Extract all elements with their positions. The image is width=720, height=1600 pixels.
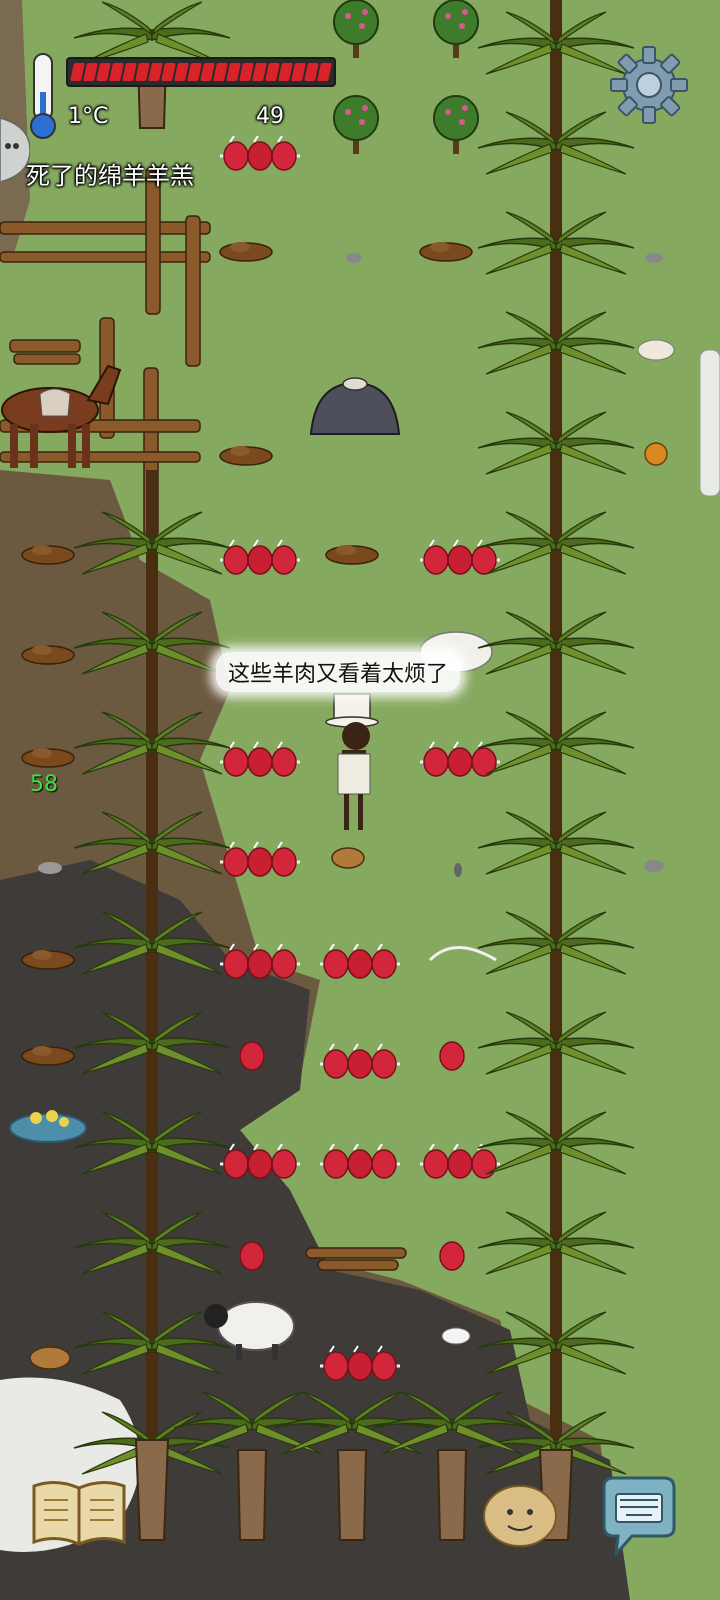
gear-icon: [610, 46, 688, 124]
food-meter: [66, 57, 336, 87]
emote-face-icon: [483, 1485, 557, 1547]
emote-button[interactable]: [482, 1482, 558, 1548]
book-icon: [32, 1481, 126, 1546]
speech-bubble: 这些羊肉又看着太烦了: [216, 652, 461, 692]
food-pip: [317, 63, 332, 81]
chat-keyboard-button[interactable]: [596, 1476, 678, 1559]
keyboard-icon: [602, 1476, 676, 1559]
settings-button[interactable]: [608, 44, 690, 126]
game-world[interactable]: [0, 0, 720, 1600]
tech-book-button[interactable]: [30, 1478, 128, 1548]
hover-object-label: 死了的绵羊羊羔: [26, 162, 194, 190]
age-readout: 49: [256, 104, 284, 129]
right-edge-tab[interactable]: [692, 349, 720, 497]
side-counter: 58: [30, 772, 58, 797]
left-edge-tab[interactable]: [0, 117, 31, 183]
temperature-readout: 1°C: [68, 104, 109, 129]
thermometer-icon: [26, 52, 60, 142]
